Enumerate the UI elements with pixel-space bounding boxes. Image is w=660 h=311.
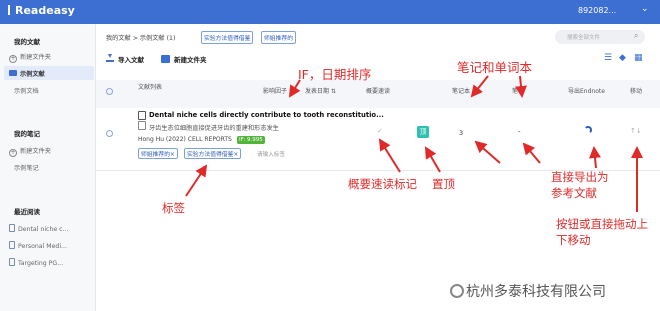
arrow-pin [424,146,441,173]
arrow-tags [185,164,208,197]
arrow-notes-count [474,140,501,164]
arrow-export [589,146,601,169]
watermark: 杭州多泰科技有限公司 [450,281,606,301]
annotation-arrows [185,75,643,212]
watermark-logo-icon [450,284,464,298]
arrow-notes [515,75,527,98]
arrow-if [288,79,301,98]
arrow-summary [378,138,401,173]
arrow-notes-words [470,75,489,98]
arrow-notes-dash [522,142,541,164]
watermark-text: 杭州多泰科技有限公司 [466,284,606,300]
